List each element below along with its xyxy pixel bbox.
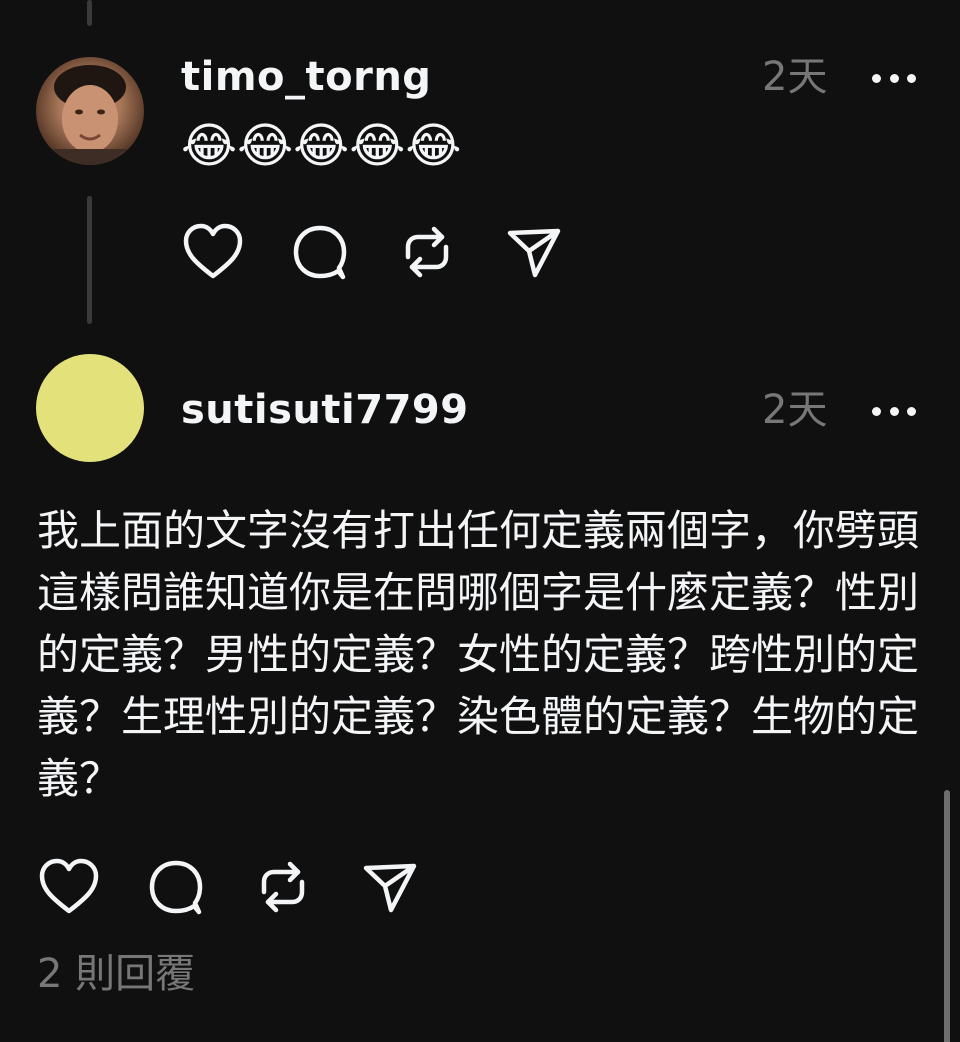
reply-timestamp: 2天 xyxy=(762,54,828,100)
post-timestamp: 2天 xyxy=(762,387,828,433)
more-icon xyxy=(872,73,881,83)
thread-line-top xyxy=(87,0,92,26)
reply-actions xyxy=(181,220,566,284)
repost-button[interactable] xyxy=(395,220,459,284)
share-button[interactable] xyxy=(358,855,422,919)
repost-icon xyxy=(261,861,305,913)
send-icon xyxy=(363,863,417,913)
comment-button[interactable] xyxy=(288,220,352,284)
thread-screen: timo_torng 2天 😂😂😂😂😂 sutisuti7799 2天 我上面的… xyxy=(0,0,960,1042)
reply-more-button[interactable] xyxy=(872,68,916,88)
heart-icon xyxy=(183,223,243,279)
avatar[interactable] xyxy=(36,354,144,462)
post-body-text: 我上面的文字沒有打出任何定義兩個字，你劈頭這樣問誰知道你是在問哪個字是什麼定義？… xyxy=(37,506,920,803)
post-more-button[interactable] xyxy=(872,401,916,421)
send-icon xyxy=(507,228,561,278)
reply-username[interactable]: timo_torng xyxy=(181,57,431,97)
post-username[interactable]: sutisuti7799 xyxy=(181,390,469,430)
reply-content: 😂😂😂😂😂 xyxy=(181,122,461,170)
reply-emoji-text: 😂😂😂😂😂 xyxy=(181,118,462,174)
scrollbar[interactable] xyxy=(944,790,950,1042)
more-icon xyxy=(872,406,881,416)
like-button[interactable] xyxy=(181,220,245,284)
post-actions xyxy=(37,855,422,919)
comment-icon xyxy=(149,860,203,915)
share-button[interactable] xyxy=(502,220,566,284)
replies-count-link[interactable]: 2 則回覆 xyxy=(37,950,195,998)
thread-line-reply xyxy=(87,196,92,324)
repost-icon xyxy=(405,226,449,278)
heart-icon xyxy=(39,858,99,914)
comment-icon xyxy=(293,225,347,280)
like-button[interactable] xyxy=(37,855,101,919)
profile-photo-icon xyxy=(36,65,144,165)
comment-button[interactable] xyxy=(144,855,208,919)
repost-button[interactable] xyxy=(251,855,315,919)
avatar[interactable] xyxy=(36,57,144,165)
